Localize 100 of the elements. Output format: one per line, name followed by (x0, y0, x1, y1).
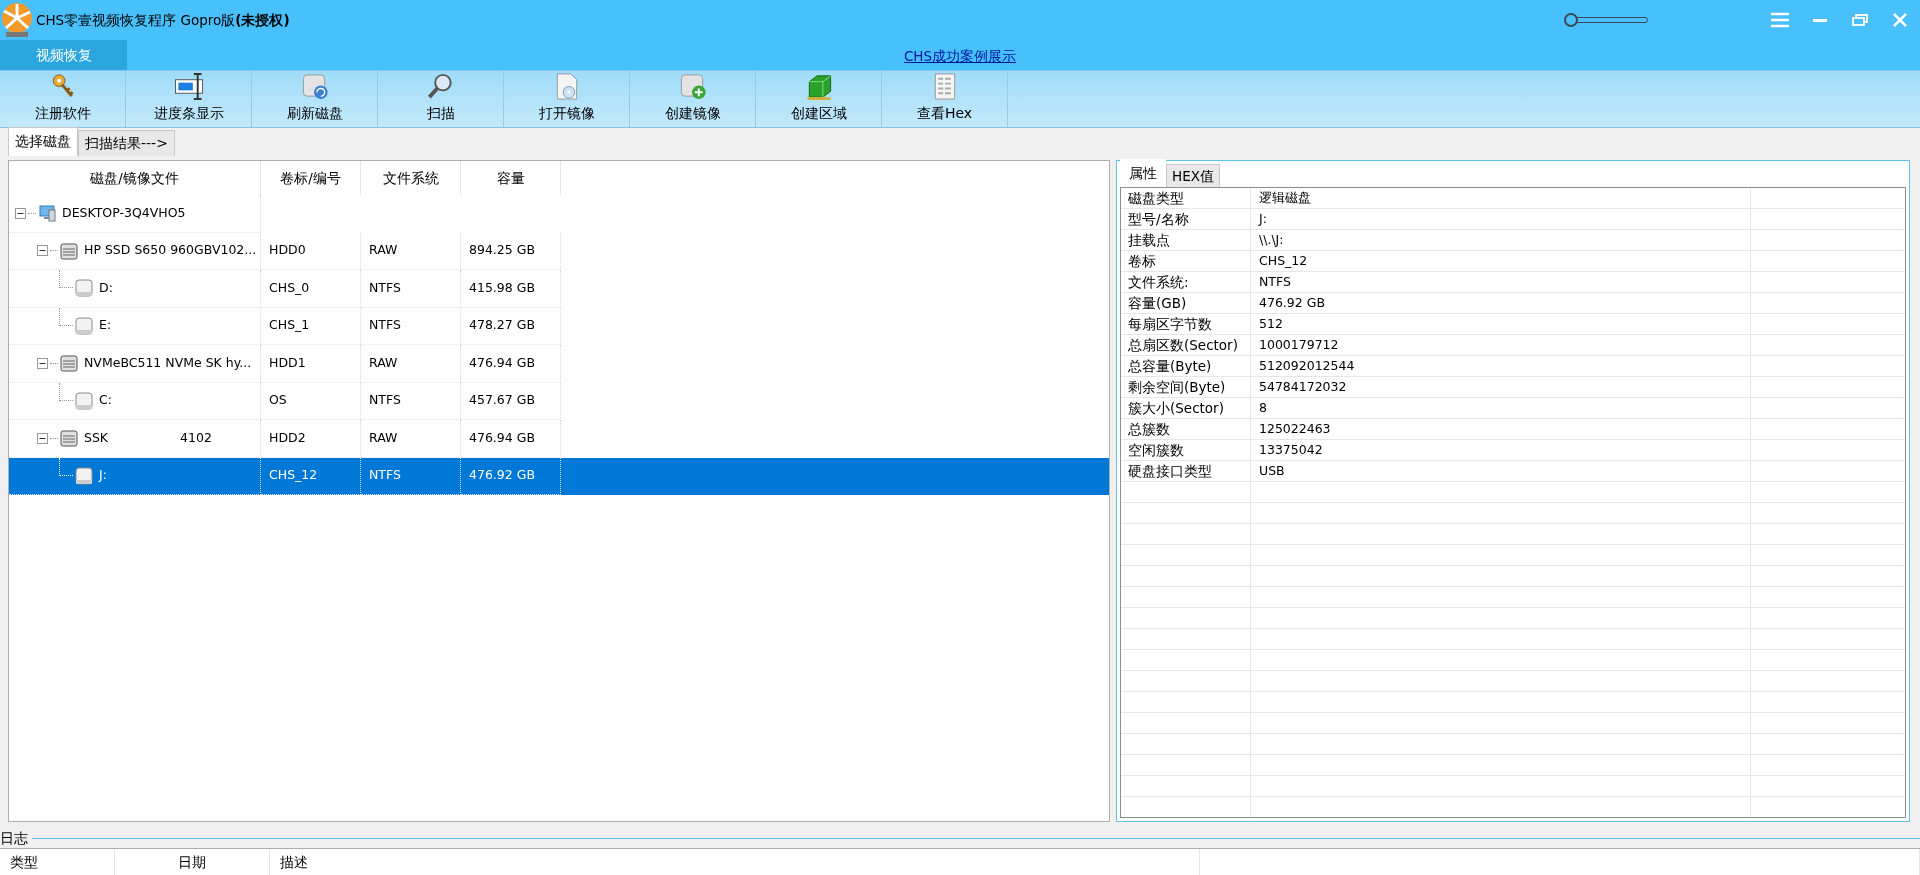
property-value: 13375042 (1258, 440, 1324, 459)
table-cell-text: 476.94 GB (469, 353, 535, 372)
property-value: J: (1257, 209, 1268, 228)
table-cell-text: NTFS (369, 316, 401, 335)
property-value: 54784172032 (1258, 377, 1348, 396)
property-name: 挂载点 (1127, 230, 1171, 250)
column-header: 日期 (115, 849, 270, 875)
table-cell-text: 478.27 GB (469, 316, 535, 335)
table-cell-text: RAW (369, 353, 398, 372)
property-value: \\.\J: (1258, 230, 1285, 249)
table-cell-text: 415.98 GB (469, 278, 535, 297)
tree-item: HP SSD S650 960GBV102... (84, 241, 257, 260)
property-name: 型号/名称 (1127, 209, 1190, 229)
property-value: 125022463 (1258, 419, 1332, 438)
tree-item: C: (99, 391, 112, 410)
property-name: 卷标 (1127, 251, 1157, 271)
tree-item: D: (99, 278, 113, 297)
property-value: CHS_12 (1258, 251, 1309, 270)
tree-item-suffix: 4102 (180, 428, 212, 447)
tree-row[interactable]: SSK 4102 HDD2 RAW 476.94 GB (9, 420, 1109, 458)
collapse-icon[interactable] (15, 207, 26, 219)
tree-row[interactable]: D: CHS_0 NTFS 415.98 GB (9, 270, 1109, 308)
tree-item: DESKTOP-3Q4VHO5 (62, 203, 186, 222)
table-cell-text: RAW (369, 241, 398, 260)
toolbar-button[interactable]: 创建区域 (756, 71, 882, 127)
tree-row[interactable]: HP SSD S650 960GBV102... HDD0 RAW 894.25 GB (9, 232, 1109, 270)
tree-row[interactable]: DESKTOP-3Q4VHO5 (9, 195, 1109, 233)
column-header: 容量 (461, 161, 561, 195)
table-cell-text: HDD0 (269, 241, 306, 260)
table-cell-text: 457.67 GB (469, 391, 535, 410)
close-icon (1893, 13, 1907, 27)
property-name: 文件系统: (1127, 272, 1190, 292)
tab[interactable]: 扫描结果---> (78, 130, 175, 156)
toolbar-button[interactable]: 刷新磁盘 (252, 71, 378, 127)
opacity-slider[interactable] (1564, 12, 1650, 28)
table-cell-text: HDD1 (269, 353, 306, 372)
column-header: 描述 (270, 849, 1200, 875)
toolbar-button[interactable]: 打开镜像 (504, 71, 630, 127)
menu-icon (1770, 12, 1790, 28)
property-value: NTFS (1258, 272, 1292, 291)
tree-item: E: (99, 316, 112, 335)
tab[interactable]: 选择磁盘 (8, 127, 78, 156)
table-cell-text: NTFS (369, 391, 401, 410)
drive-icon (75, 391, 93, 410)
log-title: 日志 (0, 828, 28, 848)
property-value: 逻辑磁盘 (1258, 188, 1312, 207)
drive-icon (75, 316, 93, 335)
property-value: 1000179712 (1258, 335, 1340, 354)
property-value: 476.92 GB (1258, 293, 1326, 312)
table-cell-text: 894.25 GB (469, 241, 535, 260)
property-name: 总容量(Byte) (1127, 356, 1213, 376)
tree-row[interactable]: J: CHS_12 NTFS 476.92 GB (9, 457, 1109, 495)
minimize-icon (1813, 18, 1827, 22)
tab[interactable]: HEX值 (1166, 163, 1220, 187)
table-cell-text: CHS_1 (269, 316, 310, 335)
progress-bar-icon (173, 72, 204, 101)
column-header: 卷标/编号 (261, 161, 361, 195)
property-name: 簇大小(Sector) (1127, 398, 1225, 418)
toolbar-button[interactable]: 创建镜像 (630, 71, 756, 127)
table-cell-text: RAW (369, 428, 398, 447)
tree-row[interactable]: NVMeBC511 NVMe SK hy... HDD1 RAW 476.94 GB (9, 345, 1109, 383)
tree-item: SSK (84, 428, 109, 447)
property-name: 容量(GB) (1127, 293, 1188, 313)
drive-icon (75, 466, 93, 485)
property-name: 总簇数 (1127, 419, 1171, 439)
computer-icon (38, 204, 56, 223)
property-value: 512092012544 (1258, 356, 1356, 375)
toolbar-button[interactable]: 进度条显示 (126, 71, 252, 127)
collapse-icon[interactable] (37, 432, 48, 444)
showcase-link[interactable]: CHS成功案例展示 (903, 46, 1017, 67)
table-cell-text: HDD2 (269, 428, 306, 447)
table-cell-text: NTFS (369, 278, 401, 297)
table-cell-text: CHS_12 (269, 466, 318, 485)
drive-icon (75, 279, 93, 298)
column-header: 类型 (0, 849, 115, 875)
table-cell-text: NTFS (369, 466, 401, 485)
property-name: 硬盘接口类型 (1127, 461, 1213, 481)
property-name: 总扇区数(Sector) (1127, 335, 1239, 355)
column-header: 磁盘/镜像文件 (9, 161, 261, 195)
toolbar-button[interactable]: 查看Hex (882, 71, 1008, 127)
table-cell-text: CHS_0 (269, 278, 310, 297)
table-cell-text: OS (269, 391, 287, 410)
property-name: 剩余空间(Byte) (1127, 377, 1227, 397)
property-name: 磁盘类型 (1127, 188, 1185, 208)
column-header: 文件系统 (361, 161, 461, 195)
tree-item: J: (99, 466, 107, 485)
property-value: USB (1258, 461, 1286, 480)
table-cell-text: 476.94 GB (469, 428, 535, 447)
tree-item: NVMeBC511 NVMe SK hy... (84, 353, 252, 372)
table-cell-text: 476.92 GB (469, 466, 535, 485)
property-value: 512 (1258, 314, 1284, 333)
property-name: 空闲簇数 (1127, 440, 1185, 460)
property-name: 每扇区字节数 (1127, 314, 1213, 334)
restore-icon (1852, 14, 1868, 26)
collapse-icon[interactable] (37, 357, 48, 369)
tree-row[interactable]: E: CHS_1 NTFS 478.27 GB (9, 307, 1109, 345)
toolbar-button[interactable]: 扫描 (378, 71, 504, 127)
window-title: CHS零壹视频恢复程序 Gopro版(未授权) (36, 10, 290, 30)
collapse-icon[interactable] (37, 245, 48, 257)
tree-row[interactable]: C: OS NTFS 457.67 GB (9, 382, 1109, 420)
